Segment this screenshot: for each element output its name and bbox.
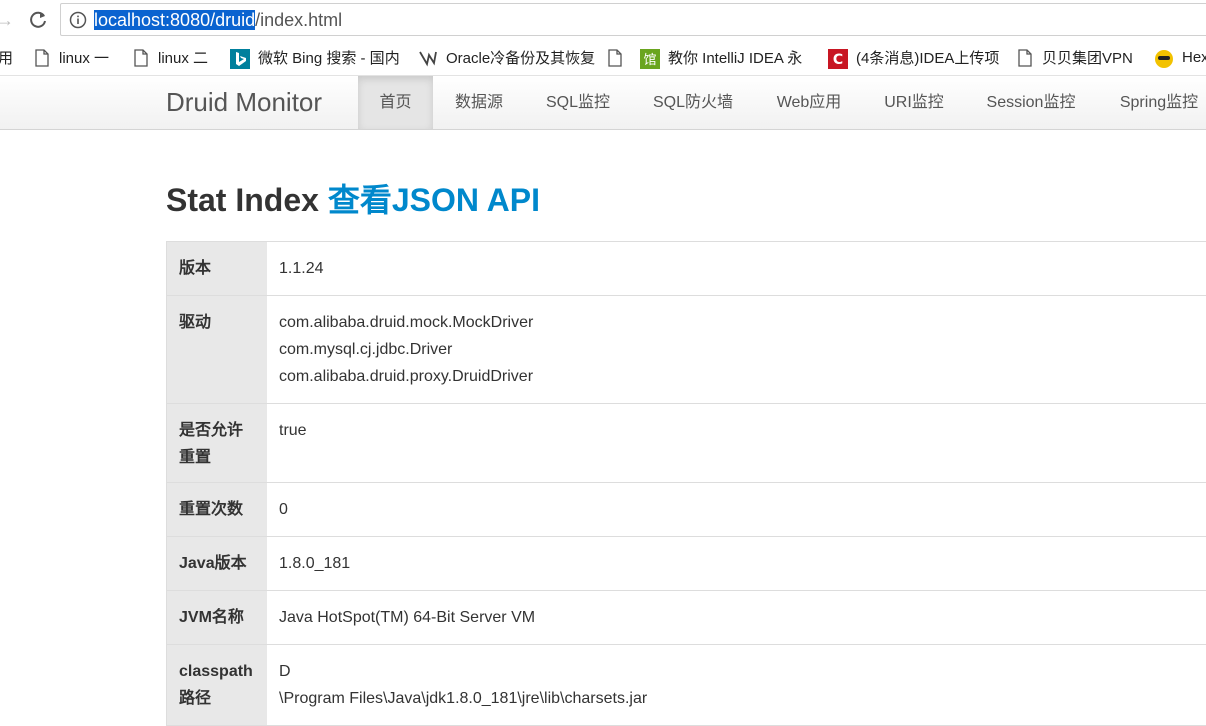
json-api-link[interactable]: 查看JSON API	[328, 182, 540, 218]
nav-spring-monitor[interactable]: Spring监控	[1097, 76, 1206, 129]
classpath-line: D	[279, 658, 1206, 685]
driver-line: com.alibaba.druid.proxy.DruidDriver	[279, 363, 1206, 390]
bookmarks-bar: 用 linux 一 linux 二 微软 Bing 搜索 - 国内 Oracle…	[0, 40, 1206, 76]
bookmark-label: 教你 IntelliJ IDEA 永	[668, 47, 802, 68]
driver-line: com.alibaba.druid.mock.MockDriver	[279, 309, 1206, 336]
bookmark-label: linux 一	[59, 47, 109, 68]
csdn-icon: C	[828, 49, 848, 67]
svg-text:馆: 馆	[643, 53, 656, 68]
driver-line: com.mysql.cj.jdbc.Driver	[279, 336, 1206, 363]
druid-navbar: Druid Monitor 首页 数据源 SQL监控 SQL防火墙 Web应用 …	[0, 76, 1206, 130]
svg-text:C: C	[833, 52, 843, 68]
title-text: Stat Index	[166, 182, 319, 218]
bookmark-label: Oracle冷备份及其恢复	[446, 47, 595, 68]
url-path-text: /index.html	[255, 10, 342, 30]
oracle-icon	[418, 49, 438, 67]
bookmark-label: Hex	[1182, 49, 1206, 66]
bookmark-item[interactable]: 用	[0, 40, 13, 75]
table-row: 版本 1.1.24	[167, 242, 1206, 296]
bookmark-label: linux 二	[158, 47, 208, 68]
bookmark-item[interactable]: Hex	[1154, 40, 1206, 75]
row-key: 版本	[167, 242, 268, 296]
bookmark-item[interactable]: 贝贝集团VPN	[1018, 40, 1133, 75]
nav-sql-monitor[interactable]: SQL监控	[525, 76, 631, 129]
forward-arrow-icon[interactable]: →	[0, 9, 12, 31]
stat-table: 版本 1.1.24 驱动 com.alibaba.druid.mock.Mock…	[166, 241, 1206, 726]
hex-icon	[1154, 49, 1174, 67]
row-value: D \Program Files\Java\jdk1.8.0_181\jre\l…	[267, 645, 1206, 726]
nav-sql-firewall[interactable]: SQL防火墙	[631, 76, 755, 129]
table-row: classpath路径 D \Program Files\Java\jdk1.8…	[167, 645, 1206, 726]
browser-toolbar: → localhost:8080/druid/index.html	[0, 0, 1206, 40]
bookmark-item[interactable]: linux 一	[35, 40, 109, 75]
url-selected-text: localhost:8080/druid	[94, 10, 255, 30]
row-key: 驱动	[167, 296, 268, 404]
bookmark-label: 用	[0, 47, 13, 68]
bookmark-label: 贝贝集团VPN	[1042, 47, 1133, 68]
nav-session-monitor[interactable]: Session监控	[965, 76, 1097, 129]
bing-icon	[230, 49, 250, 67]
row-value: true	[267, 404, 1206, 483]
page-icon	[1018, 49, 1034, 67]
bookmark-item[interactable]: C (4条消息)IDEA上传项	[828, 40, 999, 75]
page-title: Stat Index 查看JSON API	[166, 180, 540, 220]
table-row: Java版本 1.8.0_181	[167, 537, 1206, 591]
row-value: com.alibaba.druid.mock.MockDriver com.my…	[267, 296, 1206, 404]
table-row: JVM名称 Java HotSpot(TM) 64-Bit Server VM	[167, 591, 1206, 645]
row-value: Java HotSpot(TM) 64-Bit Server VM	[267, 591, 1206, 645]
page-icon	[608, 49, 624, 67]
bookmark-item[interactable]: 微软 Bing 搜索 - 国内	[230, 40, 400, 75]
nav-datasource[interactable]: 数据源	[433, 76, 525, 129]
info-icon[interactable]	[69, 11, 87, 29]
bookmark-item[interactable]: linux 二	[134, 40, 208, 75]
row-value: 1.1.24	[267, 242, 1206, 296]
row-value: 1.8.0_181	[267, 537, 1206, 591]
row-key: JVM名称	[167, 591, 268, 645]
bookmark-label: (4条消息)IDEA上传项	[856, 47, 999, 68]
page-icon	[35, 49, 51, 67]
reload-icon[interactable]	[26, 8, 50, 32]
bookmark-item[interactable]: Oracle冷备份及其恢复	[418, 40, 595, 75]
bookmark-label: 微软 Bing 搜索 - 国内	[258, 47, 400, 68]
green-badge-icon: 馆	[640, 49, 660, 67]
row-key: 重置次数	[167, 483, 268, 537]
nav-home[interactable]: 首页	[358, 76, 433, 129]
nav-web-app[interactable]: Web应用	[755, 76, 863, 129]
address-bar[interactable]: localhost:8080/druid/index.html	[60, 3, 1206, 36]
row-key: classpath路径	[167, 645, 268, 726]
bookmark-item[interactable]: 馆 教你 IntelliJ IDEA 永	[640, 40, 802, 75]
classpath-line: \Program Files\Java\jdk1.8.0_181\jre\lib…	[279, 685, 1206, 712]
table-row: 是否允许重置 true	[167, 404, 1206, 483]
row-key: 是否允许重置	[167, 404, 268, 483]
brand-title[interactable]: Druid Monitor	[166, 87, 322, 117]
row-value: 0	[267, 483, 1206, 537]
url-text[interactable]: localhost:8080/druid/index.html	[94, 10, 342, 30]
bookmark-item[interactable]	[608, 40, 632, 75]
table-row: 重置次数 0	[167, 483, 1206, 537]
nav-uri-monitor[interactable]: URI监控	[863, 76, 965, 129]
page-icon	[134, 49, 150, 67]
row-key: Java版本	[167, 537, 268, 591]
table-row: 驱动 com.alibaba.druid.mock.MockDriver com…	[167, 296, 1206, 404]
